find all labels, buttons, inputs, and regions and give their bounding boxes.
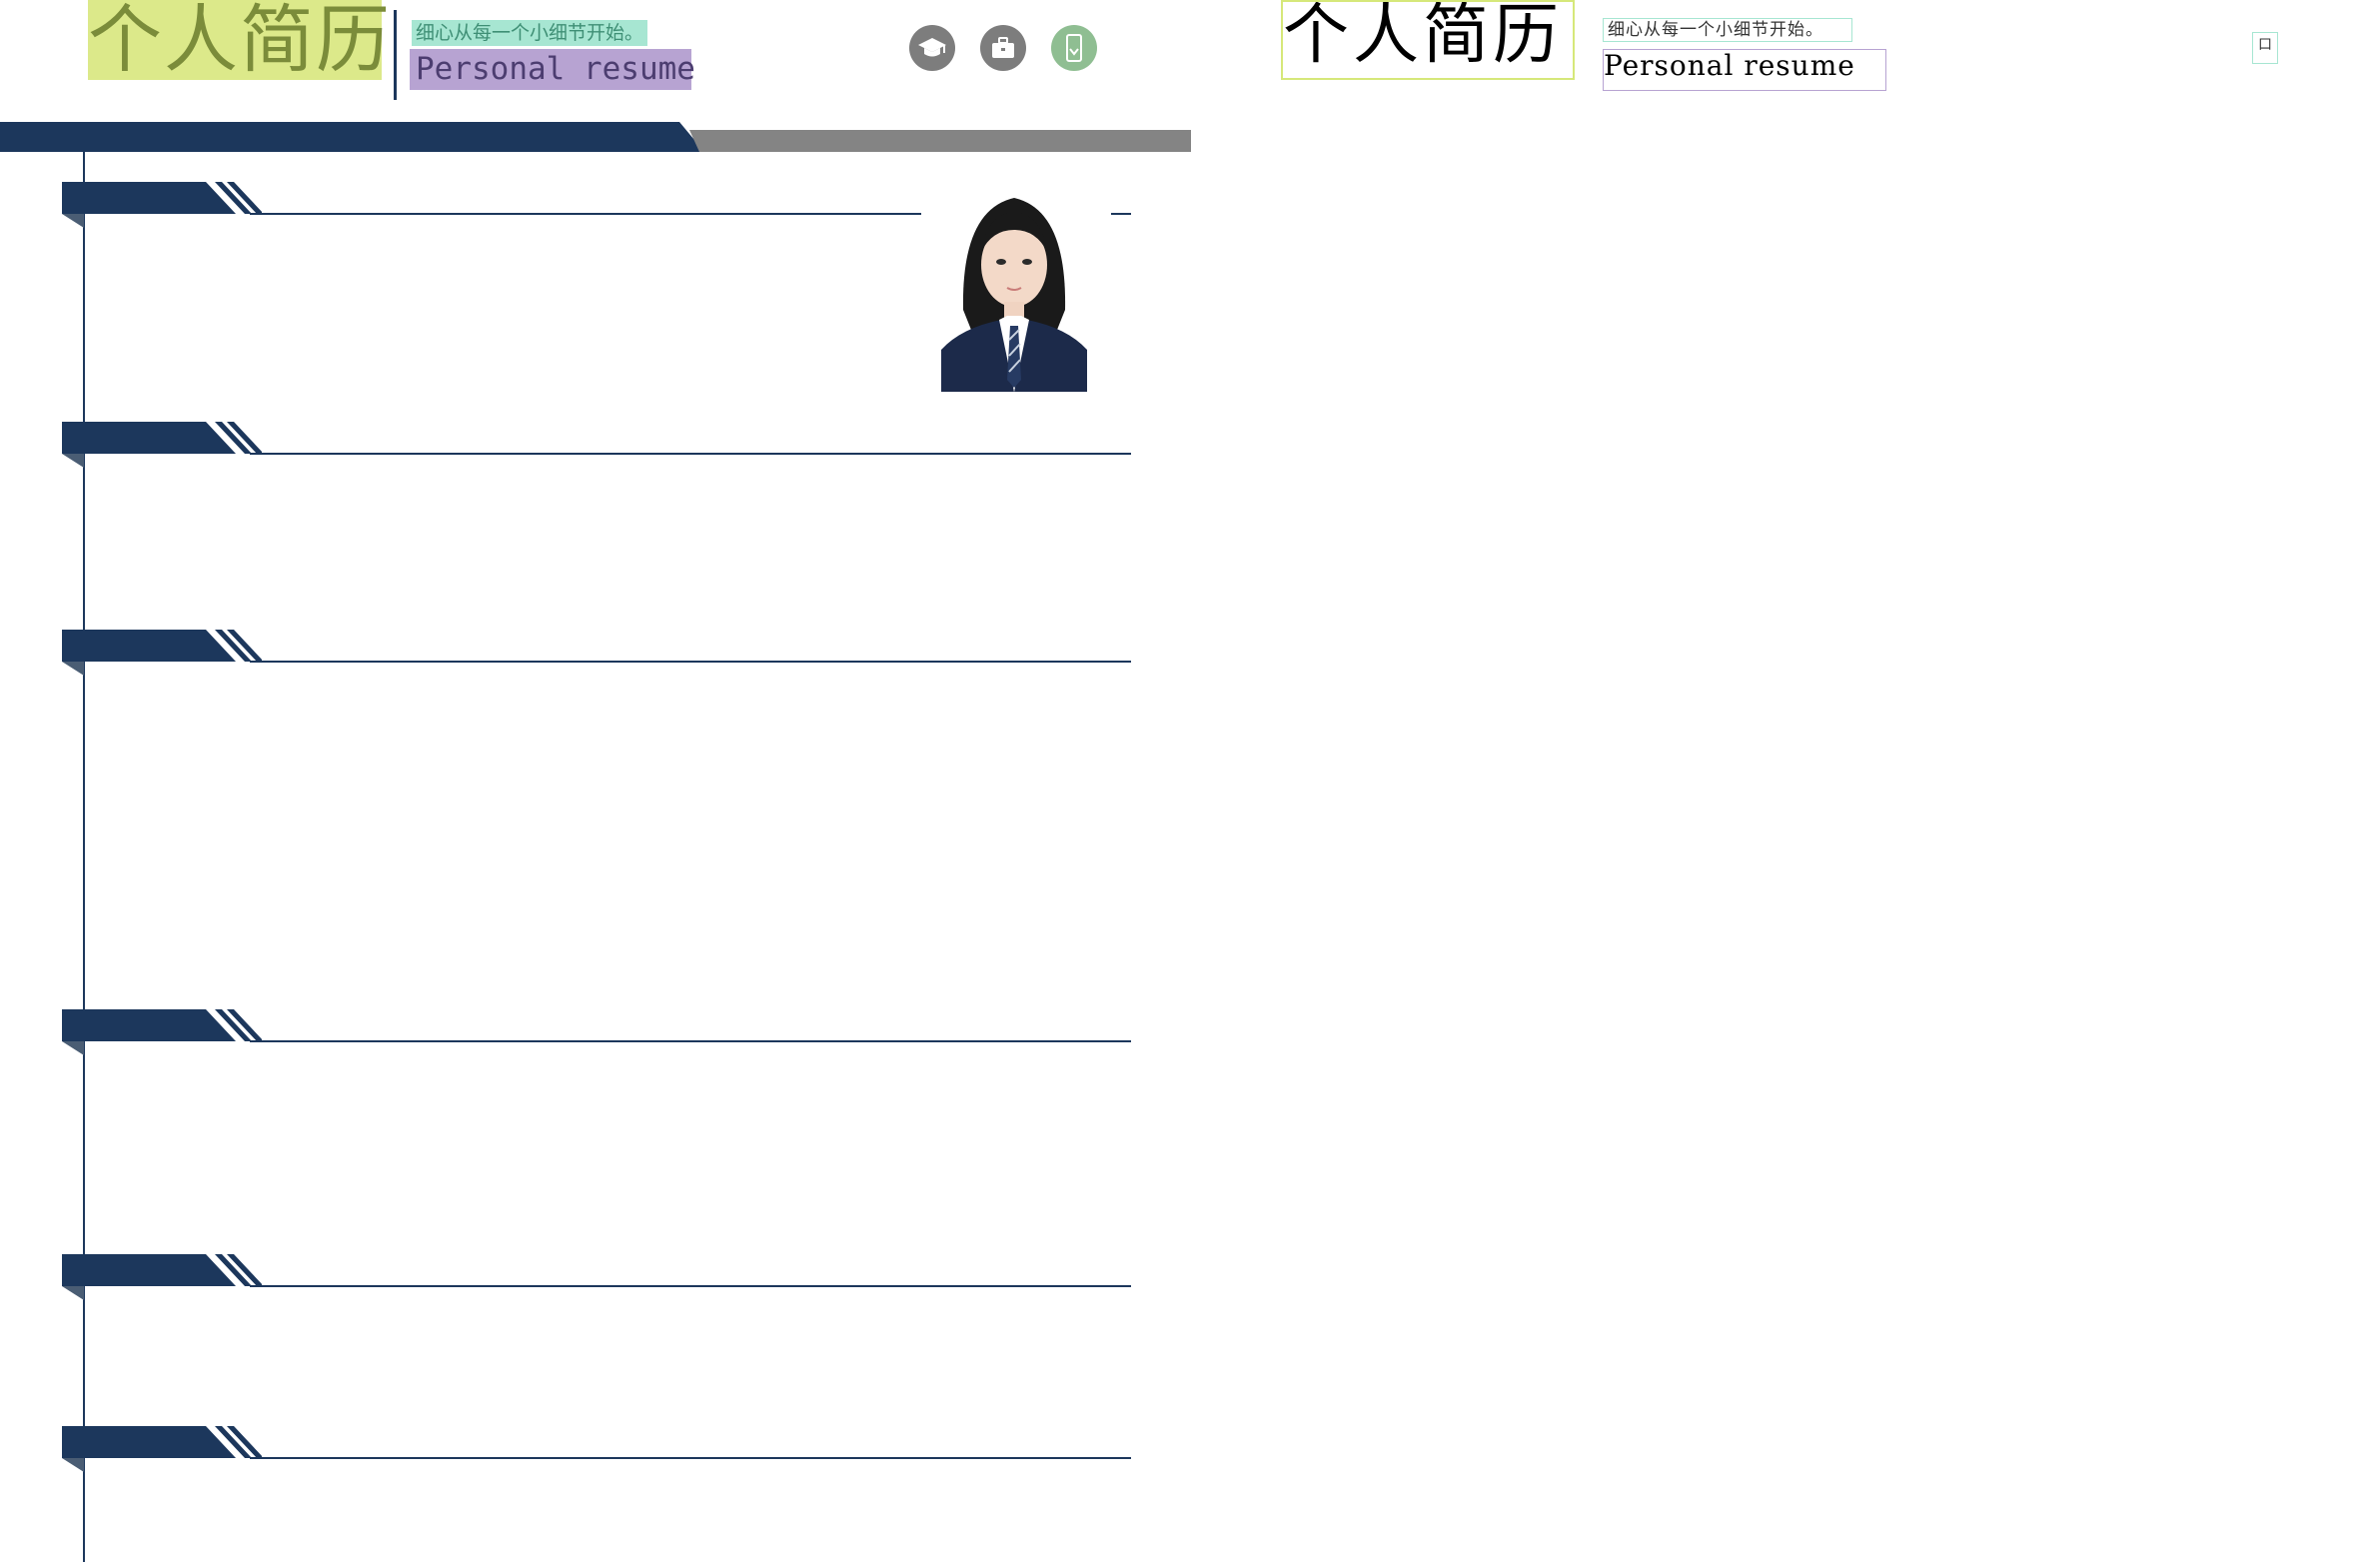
section-header-tab	[62, 182, 262, 228]
section-rule	[250, 453, 1131, 455]
section-rule	[250, 661, 1131, 663]
section-header-tab	[62, 630, 262, 676]
section-header-tab	[62, 1009, 262, 1055]
overlay-glyph: 口	[2252, 32, 2278, 64]
overlay-tagline: 细心从每一个小细节开始。	[1603, 18, 1852, 42]
title-divider	[394, 10, 397, 100]
timeline-line	[83, 150, 85, 1562]
resume-page: 个人简历 细心从每一个小细节开始。 Personal resume	[0, 0, 1199, 1562]
section-header-tab	[62, 1426, 262, 1472]
section-header-tab	[62, 1254, 262, 1300]
header-banner	[0, 122, 1191, 152]
layout-overlay: 个人简历 细心从每一个小细节开始。 Personal resume 口	[1199, 0, 2380, 1562]
resume-tagline: 细心从每一个小细节开始。	[412, 20, 648, 46]
resume-title-en: Personal resume	[410, 49, 695, 90]
section-rule	[250, 1285, 1131, 1287]
profile-photo	[941, 190, 1087, 392]
section-rule	[1111, 213, 1131, 215]
section-rule	[250, 1457, 1131, 1459]
resume-title-cn: 个人简历	[88, 0, 392, 83]
graduation-cap-icon	[909, 25, 955, 71]
briefcase-icon	[980, 25, 1026, 71]
phone-icon	[1051, 25, 1097, 71]
section-rule	[250, 213, 921, 215]
section-header-tab	[62, 422, 262, 468]
overlay-title-cn: 个人简历	[1281, 0, 1575, 80]
section-rule	[250, 1040, 1131, 1042]
overlay-title-en: Personal resume	[1603, 49, 1886, 91]
